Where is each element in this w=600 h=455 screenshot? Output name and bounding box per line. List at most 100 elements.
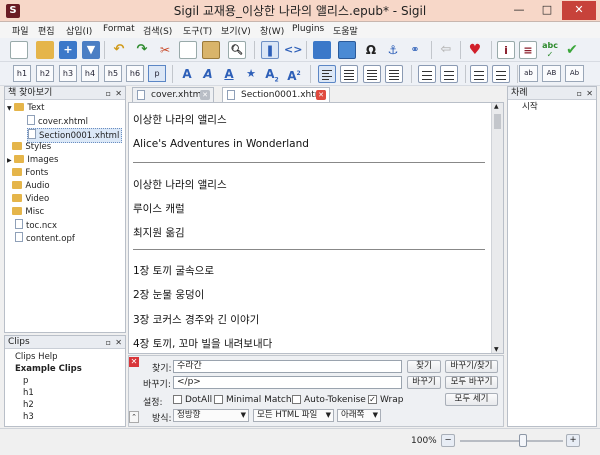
search-scope-select[interactable]: 모든 HTML 파일 ▼ <box>253 409 334 422</box>
paste-icon[interactable] <box>202 41 220 59</box>
menu-format[interactable]: Format <box>103 24 135 34</box>
underline-icon[interactable]: A <box>220 65 238 83</box>
add-file-icon[interactable]: + <box>59 41 77 59</box>
menu-plugins[interactable]: Plugins <box>292 24 324 34</box>
copy-icon[interactable] <box>179 41 197 59</box>
tree-folder-audio[interactable]: Audio <box>7 180 50 192</box>
replace-input[interactable]: </p> <box>173 376 402 389</box>
minimal-match-checkbox[interactable] <box>214 395 223 404</box>
titlecase-button[interactable]: Ab <box>565 65 584 82</box>
omega-icon[interactable]: Ω <box>362 41 380 59</box>
collapse-icon[interactable]: ⌃ <box>129 411 139 423</box>
scrollbar-thumb[interactable] <box>494 114 501 129</box>
lowercase-button[interactable]: ab <box>519 65 538 82</box>
tab-section0001[interactable]: Section0001.xhtml ✕ <box>222 87 330 103</box>
search-direction-select[interactable]: 아래쪽 ▼ <box>337 409 381 422</box>
editor-line[interactable]: 이상한 나라의 앨리스 <box>133 112 227 127</box>
code-view-icon[interactable]: <> <box>284 41 302 59</box>
toc-entry[interactable]: 시작 <box>522 101 538 113</box>
paragraph-button[interactable]: p <box>148 65 166 82</box>
heading-3-button[interactable]: h3 <box>59 65 77 82</box>
save-icon[interactable]: ▼ <box>82 41 100 59</box>
tree-folder-misc[interactable]: Misc <box>7 206 44 218</box>
align-right-icon[interactable] <box>363 65 381 83</box>
subscript-icon[interactable]: A2 <box>263 65 281 83</box>
close-panel-icon[interactable]: ✕ <box>586 87 593 100</box>
new-file-icon[interactable] <box>10 41 28 59</box>
redo-icon[interactable]: ↷ <box>133 41 151 59</box>
scroll-down-icon[interactable]: ▼ <box>494 346 499 353</box>
clip-item[interactable]: h1 <box>23 387 34 399</box>
tree-file-toc-ncx[interactable]: toc.ncx <box>15 219 57 232</box>
tab-cover[interactable]: cover.xhtml ✕ <box>132 87 214 102</box>
validate-icon[interactable]: ✔ <box>563 41 581 59</box>
zoom-slider-track[interactable] <box>460 434 563 447</box>
zoom-in-button[interactable]: + <box>566 434 580 447</box>
search-mode-select[interactable]: 정방향 ▼ <box>173 409 249 422</box>
metadata-icon[interactable]: i <box>497 41 515 59</box>
numbered-list-icon[interactable] <box>440 65 458 83</box>
menu-help[interactable]: 도움말 <box>333 24 358 37</box>
editor-line[interactable]: 2장 눈물 웅덩이 <box>133 287 204 302</box>
bullet-list-icon[interactable] <box>418 65 436 83</box>
clip-item[interactable]: p <box>23 375 28 387</box>
clip-item[interactable]: Clips Help <box>15 351 58 363</box>
find-input[interactable]: 수라간 <box>173 360 402 373</box>
split-icon[interactable] <box>313 41 331 59</box>
anchor-icon[interactable]: ⚓ <box>384 41 402 59</box>
menu-file[interactable]: 파일 <box>12 24 29 37</box>
insert-image-icon[interactable] <box>338 41 356 59</box>
float-panel-icon[interactable]: ▫ <box>577 87 582 100</box>
editor-line[interactable]: 루이스 캐럴 <box>133 201 185 216</box>
tree-folder-styles[interactable]: Styles <box>7 141 51 153</box>
link-icon[interactable]: ⚭ <box>406 41 424 59</box>
cut-icon[interactable]: ✂ <box>156 41 174 59</box>
heading-1-button[interactable]: h1 <box>13 65 31 82</box>
align-center-icon[interactable] <box>340 65 358 83</box>
uppercase-button[interactable]: AB <box>542 65 561 82</box>
heading-4-button[interactable]: h4 <box>81 65 99 82</box>
heading-6-button[interactable]: h6 <box>126 65 144 82</box>
minimize-button[interactable]: — <box>506 1 532 20</box>
heart-icon[interactable]: ♥ <box>466 41 484 59</box>
close-panel-icon[interactable]: ✕ <box>115 336 122 349</box>
zoom-out-button[interactable]: − <box>441 434 455 447</box>
tree-file-content-opf[interactable]: content.opf <box>15 232 75 245</box>
auto-tokenise-checkbox[interactable] <box>292 395 301 404</box>
maximize-button[interactable]: □ <box>534 1 560 20</box>
decrease-indent-icon[interactable] <box>470 65 488 83</box>
open-folder-icon[interactable] <box>36 41 54 59</box>
close-find-icon[interactable]: ✕ <box>129 357 139 367</box>
align-left-icon[interactable] <box>318 65 336 83</box>
replace-find-button[interactable]: 바꾸기/찾기 <box>445 360 498 373</box>
replace-button[interactable]: 바꾸기 <box>407 376 441 389</box>
strikethrough-icon[interactable]: ★ <box>242 65 260 83</box>
menu-window[interactable]: 창(W) <box>260 24 284 37</box>
bold-icon[interactable]: A <box>178 65 196 83</box>
spellcheck-icon[interactable]: abc ✓ <box>541 41 559 59</box>
clip-item[interactable]: h3 <box>23 411 34 423</box>
find-icon[interactable]: 🔍︎ <box>228 41 246 59</box>
toc-icon[interactable]: ≡ <box>519 41 537 59</box>
editor-line[interactable]: 4장 토끼, 꼬마 빌을 내려보내다 <box>133 336 272 351</box>
dotall-checkbox[interactable] <box>173 395 182 404</box>
editor-line[interactable]: 최지원 옮김 <box>133 225 185 240</box>
justify-icon[interactable] <box>385 65 403 83</box>
zoom-slider-thumb[interactable] <box>519 434 527 447</box>
count-all-button[interactable]: 모두 세기 <box>445 393 498 406</box>
find-button[interactable]: 찾기 <box>407 360 441 373</box>
tree-folder-video[interactable]: Video <box>7 193 49 205</box>
scroll-up-icon[interactable]: ▲ <box>494 103 499 110</box>
clip-group[interactable]: Example Clips <box>15 363 82 375</box>
close-tab-icon[interactable]: ✕ <box>200 90 210 100</box>
superscript-icon[interactable]: A2 <box>285 65 303 83</box>
editor-line[interactable]: Alice's Adventures in Wonderland <box>133 138 309 150</box>
float-panel-icon[interactable]: ▫ <box>106 336 111 349</box>
replace-all-button[interactable]: 모두 바꾸기 <box>445 376 498 389</box>
italic-icon[interactable]: A <box>199 65 217 83</box>
close-window-button[interactable]: ✕ <box>562 1 596 20</box>
clip-item[interactable]: h2 <box>23 399 34 411</box>
close-panel-icon[interactable]: ✕ <box>115 87 122 100</box>
editor-line[interactable]: 3장 코커스 경주와 긴 이야기 <box>133 312 259 327</box>
tree-folder-text[interactable]: ▼ Text <box>7 102 45 115</box>
